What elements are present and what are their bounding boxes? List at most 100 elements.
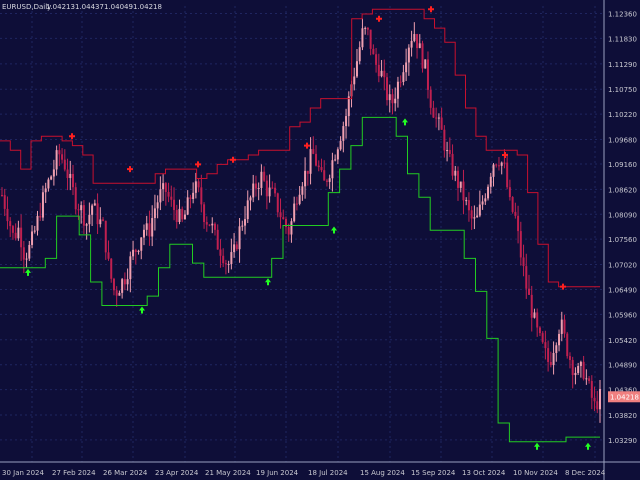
candle-body <box>325 180 328 182</box>
candle-body <box>140 237 143 251</box>
candle-body <box>134 249 137 252</box>
candle-body <box>467 200 470 211</box>
candle-body <box>205 221 208 225</box>
price-chart[interactable]: 1.12360 1.11830 1.11290 1.10750 1.10220 1.096… <box>0 0 640 480</box>
candle-body <box>3 195 6 209</box>
candle-body <box>443 129 446 151</box>
candle-body <box>489 176 492 187</box>
sell-arrow-icon <box>195 161 201 168</box>
candle-body <box>355 61 358 77</box>
candle-body <box>153 208 156 219</box>
candle-body <box>66 169 69 178</box>
candle-body <box>121 279 124 293</box>
candle-body <box>276 193 279 213</box>
candle-body <box>446 150 449 152</box>
candle-body <box>334 159 337 161</box>
candle-body <box>487 186 490 199</box>
candle-body <box>230 252 233 265</box>
candle-body <box>20 227 23 248</box>
candle-body <box>274 187 277 194</box>
candle-body <box>503 162 506 164</box>
candle-body <box>183 214 186 220</box>
candle-body <box>519 231 522 258</box>
candle-body <box>511 197 514 212</box>
price-tick-label: 1.07560 <box>608 236 637 244</box>
candle-body <box>568 356 571 361</box>
candle-body <box>238 226 241 250</box>
candle-body <box>186 197 189 215</box>
candle-body <box>309 149 312 174</box>
candle-body <box>424 59 427 69</box>
sell-arrow-icon <box>127 166 133 173</box>
candle-body <box>282 217 285 219</box>
buy-arrow-icon <box>139 306 145 314</box>
chart-grid <box>0 6 604 462</box>
candles <box>1 18 601 423</box>
candle-body <box>145 223 148 230</box>
candle-body <box>426 59 429 90</box>
candle-body <box>175 210 178 223</box>
candle-body <box>552 352 555 366</box>
candle-body <box>547 348 550 362</box>
candle-body <box>102 219 105 221</box>
candle-body <box>413 34 416 41</box>
sell-arrow-icon <box>304 142 310 149</box>
candle-body <box>596 401 599 410</box>
candle-body <box>159 189 162 203</box>
candle-body <box>200 187 203 205</box>
candle-body <box>279 212 282 218</box>
candle-body <box>508 187 511 198</box>
candle-body <box>69 173 72 178</box>
candle-body <box>1 194 3 196</box>
candle-body <box>104 220 107 253</box>
time-axis[interactable]: 30 Jan 2024 27 Feb 2024 26 Mar 2024 23 Apr … <box>0 461 640 477</box>
candle-body <box>197 181 200 188</box>
chart-window[interactable]: 1.12360 1.11830 1.11290 1.10750 1.10220 1.096… <box>0 0 640 480</box>
price-tick-label: 1.09160 <box>608 161 637 169</box>
candle-body <box>167 191 170 197</box>
candle-body <box>517 215 520 232</box>
candle-body <box>211 223 214 226</box>
price-tick-label: 1.08090 <box>608 211 637 219</box>
candle-body <box>249 197 252 201</box>
buy-arrow-icon <box>265 278 271 286</box>
candle-body <box>577 365 580 373</box>
candle-body <box>85 224 88 226</box>
candle-body <box>435 117 438 119</box>
candle-body <box>317 165 320 168</box>
candle-body <box>52 169 55 177</box>
open-value: 1.04213 <box>46 3 75 11</box>
candle-body <box>315 153 318 166</box>
candle-body <box>91 205 94 215</box>
candle-body <box>306 170 309 174</box>
price-tick-label: 1.06490 <box>608 286 637 294</box>
price-axis[interactable]: 1.12360 1.11830 1.11290 1.10750 1.10220 1.096… <box>603 0 637 480</box>
candle-body <box>295 203 298 205</box>
candle-body <box>80 205 83 211</box>
candle-body <box>358 47 361 62</box>
candle-body <box>216 229 219 250</box>
candle-body <box>538 327 541 334</box>
candle-body <box>451 153 454 176</box>
candle-body <box>470 210 473 219</box>
candle-body <box>194 181 197 193</box>
candle-body <box>271 187 274 189</box>
candle-body <box>192 192 195 200</box>
candle-body <box>478 204 481 216</box>
candle-body <box>36 215 39 231</box>
candle-body <box>440 117 443 130</box>
candle-body <box>287 227 290 235</box>
candle-body <box>380 70 383 77</box>
candle-body <box>328 178 331 182</box>
candle-body <box>77 209 80 211</box>
candle-body <box>563 319 566 334</box>
buy-arrow-icon <box>534 442 540 450</box>
candle-body <box>137 250 140 252</box>
candle-body <box>375 54 378 65</box>
candle-body <box>462 181 465 201</box>
candle-body <box>28 244 31 259</box>
candle-body <box>481 201 484 205</box>
price-tick-label: 1.10750 <box>608 86 637 94</box>
candle-body <box>402 72 405 83</box>
candle-body <box>599 389 601 410</box>
